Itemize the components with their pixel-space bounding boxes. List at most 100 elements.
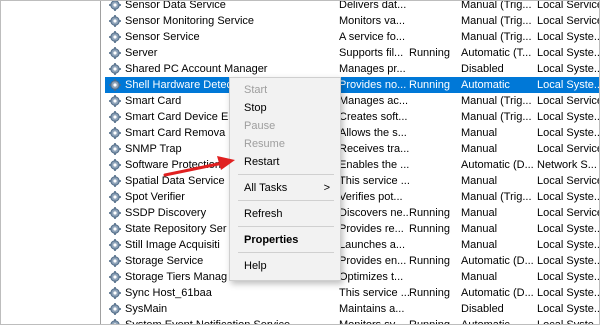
menu-item-stop[interactable]: Stop: [230, 99, 340, 117]
service-status: [409, 30, 459, 44]
service-startup-type: Manual: [461, 239, 498, 251]
services-window: Sensor Data Service Delivers dat... Manual…: [0, 0, 600, 325]
menu-item-restart[interactable]: Restart: [230, 153, 340, 171]
table-row[interactable]: SysMain Maintains a... Disabled Local Syste…: [105, 301, 599, 317]
table-row[interactable]: System Event Notification Service Monitor…: [105, 317, 599, 325]
table-row[interactable]: Storage Tiers Manag Optimizes t... Manual L…: [105, 269, 599, 285]
service-startup-type: Manual (Trig...: [461, 111, 532, 123]
service-name: Shared PC Account Manager: [125, 63, 268, 75]
service-log-on-as: Local Service: [537, 143, 599, 155]
service-startup-type: Automatic (D...: [461, 159, 533, 171]
service-log-on-as: Local Syste...: [537, 111, 599, 123]
service-status: [409, 270, 459, 284]
gear-icon: [109, 175, 121, 187]
menu-item-properties[interactable]: Properties: [230, 231, 340, 249]
service-startup-type: Automatic (D...: [461, 287, 533, 299]
service-log-on-as: Local Service: [537, 95, 599, 107]
service-startup-type: Manual: [461, 271, 498, 283]
service-log-on-as: Local Syste...: [537, 271, 599, 283]
service-description: Supports fil...: [339, 47, 404, 59]
table-row[interactable]: Sensor Monitoring Service Monitors va... M…: [105, 13, 599, 29]
service-description: Enables the ...: [339, 159, 409, 171]
gear-icon: [109, 1, 121, 11]
table-row[interactable]: State Repository Ser Provides re... Runnin…: [105, 221, 599, 237]
service-status: Running: [409, 319, 450, 325]
service-description: A service fo...: [339, 31, 406, 43]
menu-item-refresh[interactable]: Refresh: [230, 205, 340, 223]
service-log-on-as: Local Syste...: [537, 255, 599, 267]
table-row[interactable]: Sync Host_61baa This service ... Running Au…: [105, 285, 599, 301]
menu-separator: [238, 226, 334, 227]
menu-item-all-tasks-label: All Tasks: [244, 182, 288, 194]
service-status: [409, 302, 459, 316]
service-status: Running: [409, 79, 450, 91]
table-row[interactable]: SSDP Discovery Discovers ne... Running Manu…: [105, 205, 599, 221]
service-name: Server: [125, 47, 158, 59]
gear-icon: [109, 143, 121, 155]
table-row[interactable]: Smart Card Remova Allows the s... Manual Lo…: [105, 125, 599, 141]
service-name: Sync Host_61baa: [125, 287, 212, 299]
table-row[interactable]: Server Supports fil... Running Automatic (T…: [105, 45, 599, 61]
service-log-on-as: Local Syste...: [537, 223, 599, 235]
table-row[interactable]: Smart Card Device E Creates soft... Manual…: [105, 109, 599, 125]
gear-icon: [109, 15, 121, 27]
service-status: [409, 142, 459, 156]
table-row[interactable]: Storage Service Provides en... Running Auto…: [105, 253, 599, 269]
table-row[interactable]: Still Image Acquisiti Launches a... Manual…: [105, 237, 599, 253]
service-startup-type: Manual (Trig...: [461, 15, 532, 27]
table-row[interactable]: Smart Card Manages ac... Manual (Trig... Lo…: [105, 93, 599, 109]
service-status: Running: [409, 223, 450, 235]
service-status: Running: [409, 47, 450, 59]
gear-icon: [109, 111, 121, 123]
service-status: [409, 174, 459, 188]
service-log-on-as: Local Service: [537, 175, 599, 187]
service-startup-type: Disabled: [461, 303, 504, 315]
service-status: [409, 110, 459, 124]
service-description: Delivers dat...: [339, 0, 407, 11]
menu-separator: [238, 174, 334, 175]
service-description: Allows the s...: [339, 127, 407, 139]
service-status: [409, 126, 459, 140]
service-status: Running: [409, 207, 450, 219]
service-description: This service ...: [339, 175, 409, 187]
table-row[interactable]: Sensor Service A service fo... Manual (Tri…: [105, 29, 599, 45]
service-log-on-as: Local Syste...: [537, 79, 599, 91]
service-log-on-as: Local Service: [537, 207, 599, 219]
gear-icon: [109, 127, 121, 139]
service-log-on-as: Local Syste...: [537, 319, 599, 325]
table-row[interactable]: Sensor Data Service Delivers dat... Manual…: [105, 0, 599, 13]
service-log-on-as: Local Syste...: [537, 47, 599, 59]
menu-item-start: Start: [244, 84, 268, 96]
service-startup-type: Manual: [461, 143, 498, 155]
service-startup-type: Manual (Trig...: [461, 95, 532, 107]
service-startup-type: Disabled: [461, 63, 504, 75]
service-startup-type: Automatic (D...: [461, 255, 533, 267]
service-description: This service ...: [339, 287, 409, 299]
menu-separator: [238, 252, 334, 253]
service-status: [409, 14, 459, 28]
table-row[interactable]: Spot Verifier Verifies pot... Manual (Trig…: [105, 189, 599, 205]
service-log-on-as: Network S...: [537, 159, 597, 171]
menu-item-help[interactable]: Help: [230, 257, 340, 275]
service-description: Launches a...: [339, 239, 406, 251]
menu-separator: [238, 200, 334, 201]
service-name: Sensor Data Service: [125, 0, 226, 11]
service-startup-type: Manual: [461, 127, 498, 139]
table-row[interactable]: Shared PC Account Manager Manages pr... Di…: [105, 61, 599, 77]
service-name: Sensor Service: [125, 31, 200, 43]
gear-icon: [109, 223, 121, 235]
gear-icon: [109, 239, 121, 251]
service-description: Discovers ne...: [339, 207, 409, 219]
service-log-on-as: Local Syste...: [537, 63, 599, 75]
left-pane: [1, 1, 101, 324]
service-description: Provides no...: [339, 79, 407, 91]
menu-item-all-tasks[interactable]: All Tasks >: [230, 179, 340, 197]
gear-icon: [109, 95, 121, 107]
chevron-right-icon: >: [323, 182, 330, 194]
service-startup-type: Automatic: [461, 79, 510, 91]
table-row[interactable]: Shell Hardware Detecti Provides no... Runn…: [105, 77, 599, 93]
gear-icon: [109, 287, 121, 299]
service-name: Sensor Monitoring Service: [125, 15, 255, 27]
gear-icon: [109, 303, 121, 315]
service-description: Provides en...: [339, 255, 407, 267]
